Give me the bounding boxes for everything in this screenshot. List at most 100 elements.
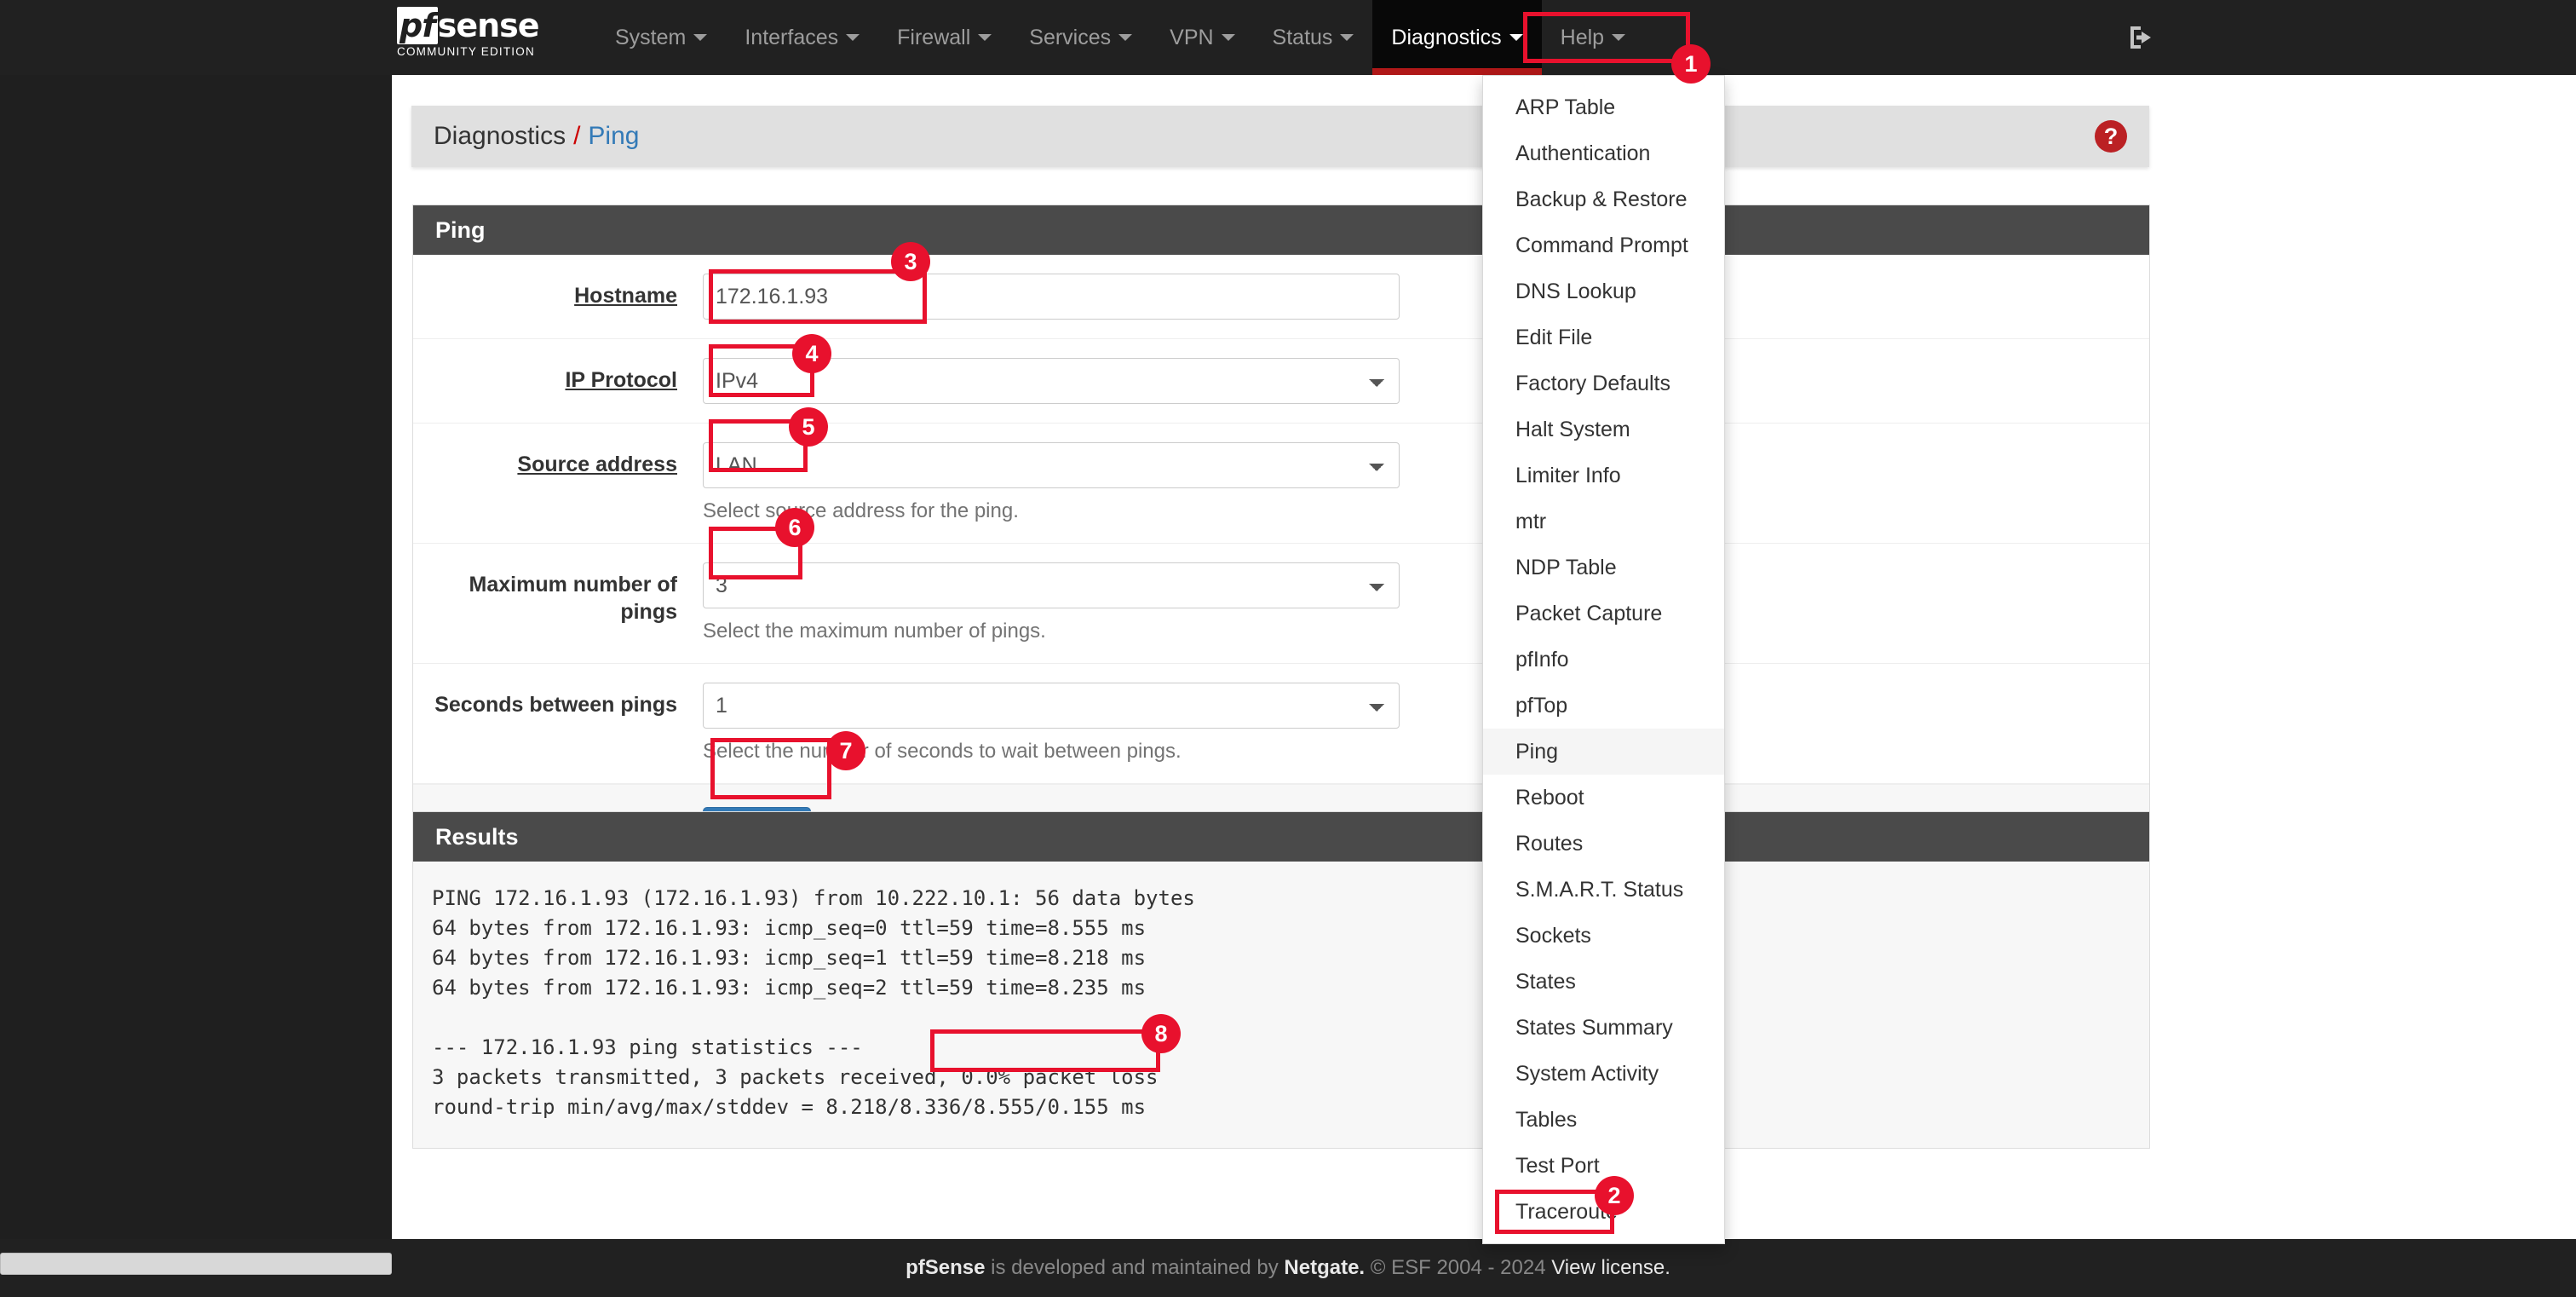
chevron-down-icon [1118,34,1133,41]
breadcrumb: Diagnostics / Ping ? [411,106,2149,167]
max-pings-row: Maximum number of pings 123510 Select th… [413,544,2149,664]
menu-item-halt-system[interactable]: Halt System [1483,406,1724,453]
seconds-between-select[interactable]: 0.10.5125 [703,683,1400,729]
hostname-row: Hostname [413,255,2149,339]
nav-item-label: Interfaces [745,25,839,49]
right-gutter [2160,0,2576,1297]
menu-item-tables[interactable]: Tables [1483,1097,1724,1143]
menu-item-pftop[interactable]: pfTop [1483,683,1724,729]
sign-out-icon[interactable] [2125,20,2159,55]
source-address-select[interactable]: AnyLANWAN [703,442,1400,488]
menu-item-dns-lookup[interactable]: DNS Lookup [1483,268,1724,314]
menu-item-mtr[interactable]: mtr [1483,499,1724,545]
ping-output-text: PING 172.16.1.93 (172.16.1.93) from 10.2… [413,862,2149,1148]
seconds-between-row: Seconds between pings 0.10.5125 Select t… [413,664,2149,784]
nav-item-status[interactable]: Status [1254,0,1373,75]
nav-item-interfaces[interactable]: Interfaces [726,0,878,75]
results-panel: Results PING 172.16.1.93 (172.16.1.93) f… [412,811,2150,1149]
nav-item-help[interactable]: Help [1542,0,1644,75]
menu-item-states-summary[interactable]: States Summary [1483,1005,1724,1051]
footer-copyright: © ESF 2004 - 2024 [1365,1256,1552,1279]
menu-item-factory-defaults[interactable]: Factory Defaults [1483,360,1724,406]
menu-item-backup-restore[interactable]: Backup & Restore [1483,176,1724,222]
results-panel-title: Results [413,812,2149,862]
menu-item-pfinfo[interactable]: pfInfo [1483,637,1724,683]
hostname-control [703,274,1400,320]
pfsense-webgui-page: pfsense COMMUNITY EDITION System Interfac… [0,0,2576,1297]
diagnostics-dropdown-menu: ARP Table Authentication Backup & Restore C… [1482,75,1725,1244]
menu-item-system-activity[interactable]: System Activity [1483,1051,1724,1097]
ping-panel-title: Ping [413,205,2149,255]
chevron-down-icon [1221,34,1235,41]
source-address-help: Select source address for the ping. [703,499,1019,522]
source-address-control: AnyLANWAN Select source address for the … [703,442,1400,524]
chevron-down-icon [846,34,860,41]
chevron-down-icon [1509,34,1523,41]
horizontal-scrollbar[interactable] [0,1253,392,1275]
ip-protocol-control: IPv4IPv6 [703,358,1400,404]
left-gutter [0,0,392,1297]
results-panel-body: PING 172.16.1.93 (172.16.1.93) from 10.2… [413,862,2149,1148]
brand-sense-text: sense [437,7,540,44]
nav-item-label: VPN [1170,25,1214,49]
ip-protocol-select[interactable]: IPv4IPv6 [703,358,1400,404]
menu-item-limiter-info[interactable]: Limiter Info [1483,453,1724,499]
menu-item-authentication[interactable]: Authentication [1483,130,1724,176]
nav-item-label: Services [1029,25,1112,49]
nav-item-vpn[interactable]: VPN [1151,0,1253,75]
nav-item-system[interactable]: System [596,0,726,75]
menu-item-edit-file[interactable]: Edit File [1483,314,1724,360]
hostname-input[interactable] [703,274,1400,320]
menu-item-test-port[interactable]: Test Port [1483,1143,1724,1189]
max-pings-select[interactable]: 123510 [703,562,1400,608]
ip-protocol-row: IP Protocol IPv4IPv6 [413,339,2149,424]
ip-protocol-label: IP Protocol [565,368,677,392]
chevron-down-icon [1612,34,1626,41]
max-pings-label: Maximum number of pings [469,573,677,624]
max-pings-help: Select the maximum number of pings. [703,620,1046,643]
chevron-down-icon [1340,34,1354,41]
brand-wordmark: pfsense [397,7,567,44]
nav-item-label: System [615,25,687,49]
pfsense-brand-logo[interactable]: pfsense COMMUNITY EDITION [397,7,567,68]
help-icon[interactable]: ? [2095,120,2127,153]
menu-item-ping[interactable]: Ping [1483,729,1724,775]
nav-item-services[interactable]: Services [1010,0,1151,75]
nav-item-firewall[interactable]: Firewall [878,0,1010,75]
menu-item-arp-table[interactable]: ARP Table [1483,84,1724,130]
seconds-between-label: Seconds between pings [434,693,677,717]
max-pings-control: 123510 Select the maximum number of ping… [703,562,1400,644]
nav-item-diagnostics[interactable]: Diagnostics [1372,0,1542,75]
breadcrumb-current-page[interactable]: Ping [588,122,639,151]
breadcrumb-separator: / [573,122,581,150]
menu-item-traceroute[interactable]: Traceroute [1483,1189,1724,1235]
menu-item-s-m-a-r-t-status[interactable]: S.M.A.R.T. Status [1483,867,1724,913]
footer-brand: pfSense [906,1256,986,1279]
footer-text: pfSense is developed and maintained by N… [906,1256,1670,1280]
menu-item-command-prompt[interactable]: Command Prompt [1483,222,1724,268]
ping-panel-body: Hostname IP Protocol IPv4IPv6 Source add… [413,255,2149,880]
menu-item-states[interactable]: States [1483,959,1724,1005]
nav-item-label: Diagnostics [1391,25,1502,49]
source-address-label: Source address [517,453,677,476]
chevron-down-icon [978,34,992,41]
top-navbar: pfsense COMMUNITY EDITION System Interfac… [0,0,2576,75]
menu-item-ndp-table[interactable]: NDP Table [1483,545,1724,591]
brand-edition-label: COMMUNITY EDITION [397,45,535,58]
hostname-label: Hostname [574,284,677,308]
footer-company: Netgate. [1284,1256,1366,1279]
menu-item-packet-capture[interactable]: Packet Capture [1483,591,1724,637]
breadcrumb-root: Diagnostics [434,122,566,150]
source-address-row: Source address AnyLANWAN Select source a… [413,424,2149,544]
menu-item-routes[interactable]: Routes [1483,821,1724,867]
nav-item-label: Firewall [897,25,971,49]
main-navigation: System Interfaces Firewall Services VPN Statu… [596,0,1644,75]
nav-item-label: Help [1560,25,1605,49]
ping-form-panel: Ping Hostname IP Protocol IPv4IPv6 [412,205,2150,881]
brand-pf-mark: pf [397,7,438,44]
nav-item-label: Status [1272,25,1333,49]
menu-item-reboot[interactable]: Reboot [1483,775,1724,821]
chevron-down-icon [693,34,708,41]
menu-item-sockets[interactable]: Sockets [1483,913,1724,959]
view-license-link[interactable]: View license. [1551,1256,1670,1279]
